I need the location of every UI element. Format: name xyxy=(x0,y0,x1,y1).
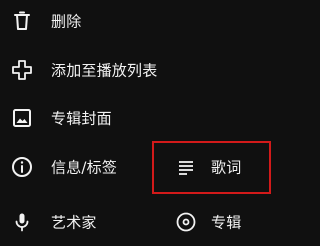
menu-item-delete[interactable]: 删除 xyxy=(0,1,320,41)
menu-item-label: 添加至播放列表 xyxy=(51,61,158,80)
context-menu: 删除 添加至播放列表 专辑封面 信息/标签 歌词 艺术家 专辑 xyxy=(0,0,320,246)
menu-item-album-cover[interactable]: 专辑封面 xyxy=(0,98,320,138)
plus-icon xyxy=(10,58,34,82)
menu-item-label: 删除 xyxy=(51,12,82,31)
info-icon xyxy=(10,155,34,179)
menu-item-album[interactable]: 专辑 xyxy=(174,202,269,242)
microphone-icon xyxy=(10,210,34,234)
menu-item-label: 专辑 xyxy=(211,213,242,232)
menu-item-artist[interactable]: 艺术家 xyxy=(0,202,150,242)
trash-icon xyxy=(10,9,34,33)
album-icon xyxy=(174,210,198,234)
highlight-box xyxy=(152,141,271,194)
menu-item-label: 信息/标签 xyxy=(51,158,118,177)
menu-item-label: 专辑封面 xyxy=(51,109,112,128)
image-icon xyxy=(10,106,34,130)
menu-item-info-tags[interactable]: 信息/标签 xyxy=(0,147,150,187)
menu-item-add-to-playlist[interactable]: 添加至播放列表 xyxy=(0,50,320,90)
menu-item-label: 艺术家 xyxy=(51,213,97,232)
